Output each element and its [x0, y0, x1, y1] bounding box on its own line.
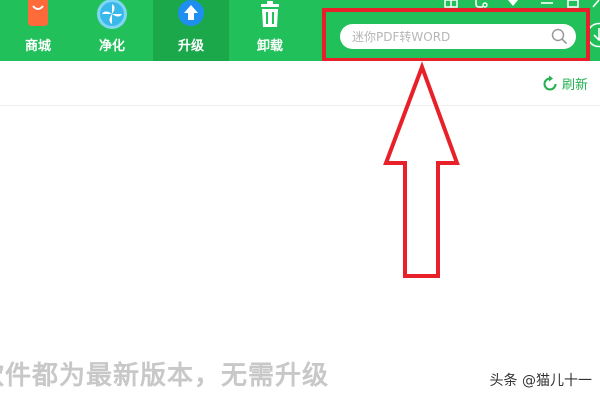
- tab-upgrade[interactable]: 升级: [153, 0, 229, 61]
- maximize-icon[interactable]: [566, 0, 580, 8]
- minimize-icon[interactable]: [540, 0, 554, 8]
- tab-shop[interactable]: 商城: [0, 0, 76, 61]
- upload-arrow-icon: [178, 0, 204, 26]
- tab-uninstall[interactable]: 卸载: [232, 0, 308, 61]
- up-to-date-message: 软件都为最新版本，无需升级: [0, 361, 330, 391]
- tab-upgrade-label: 升级: [177, 39, 204, 54]
- refresh-icon: [543, 75, 557, 90]
- close-icon[interactable]: [592, 0, 600, 8]
- settings-icon[interactable]: [474, 0, 488, 8]
- menu-dropdown-icon[interactable]: [506, 0, 520, 8]
- refresh-button[interactable]: 刷新: [541, 74, 588, 93]
- refresh-label: 刷新: [561, 78, 588, 93]
- bag-icon: [28, 0, 48, 26]
- tab-shop-label: 商城: [24, 39, 51, 54]
- skin-icon[interactable]: [444, 0, 458, 8]
- source-watermark: 头条 @猫儿十一: [489, 373, 592, 389]
- content-toolbar: 刷新: [0, 61, 600, 106]
- tab-purify-label: 净化: [98, 39, 125, 54]
- fan-icon: [97, 0, 127, 29]
- tab-purify[interactable]: 净化: [74, 0, 150, 61]
- trash-icon: [261, 1, 279, 27]
- tab-uninstall-label: 卸载: [256, 39, 283, 54]
- search-highlight-box: [322, 8, 590, 62]
